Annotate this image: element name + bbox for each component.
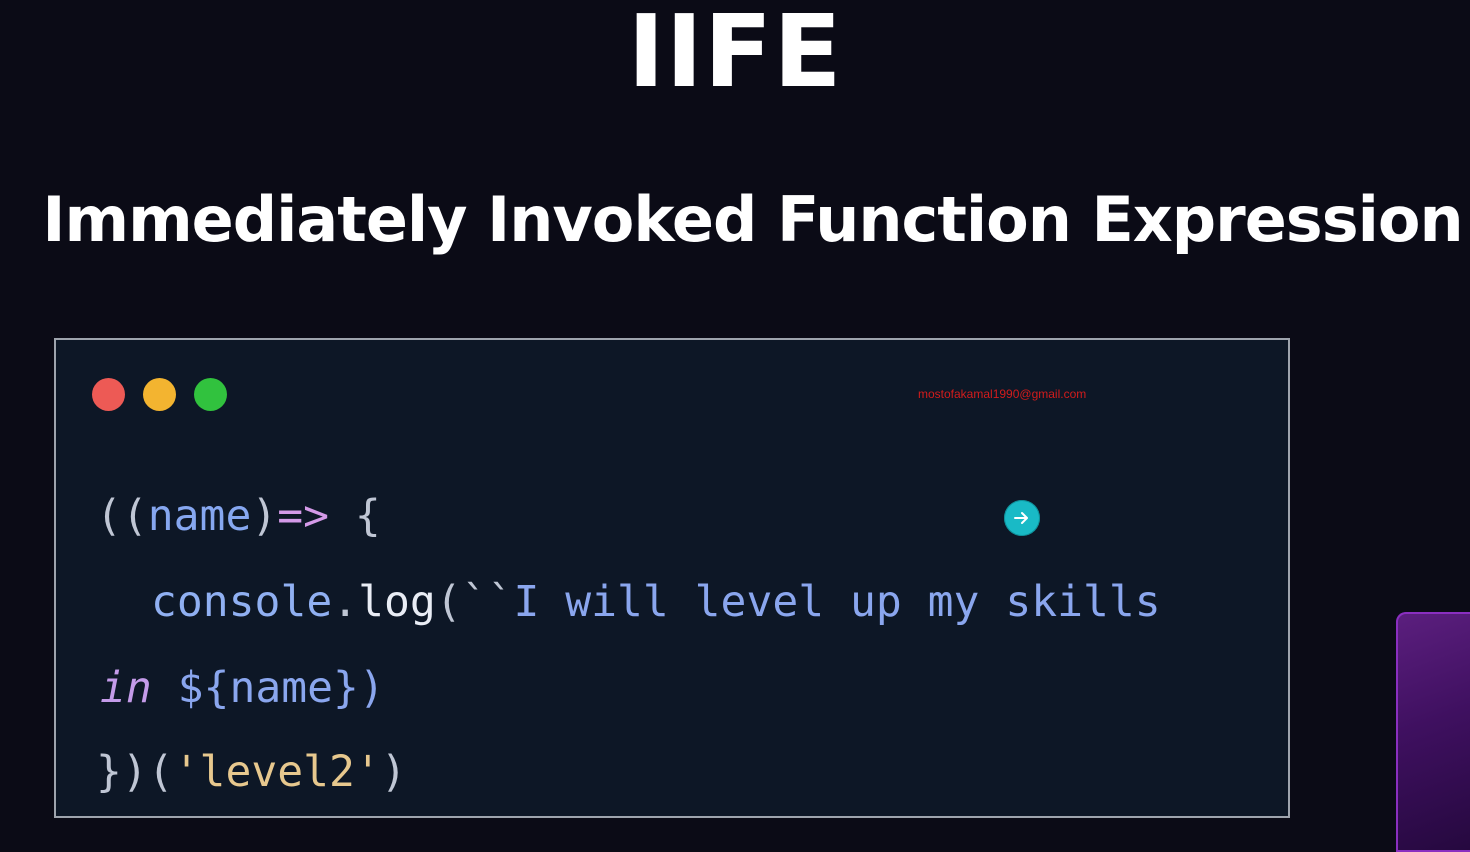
code-token: ): [380, 747, 407, 797]
code-token-string: 'level2': [173, 747, 381, 797]
code-token-variable: name: [229, 663, 334, 713]
code-token: (: [435, 577, 462, 627]
code-line-2: console.log(``I will level up my skills: [151, 574, 1161, 630]
code-token: ): [251, 491, 278, 541]
code-token: })(: [96, 747, 174, 797]
code-line-4: })('level2'): [96, 744, 407, 800]
slide-subtitle: Immediately Invoked Function Expression: [42, 183, 1463, 256]
code-token-template-text: I will level up my skills: [513, 577, 1161, 627]
code-window: mostofakamal1990@gmail.com ((name)=> { c…: [54, 338, 1290, 818]
minimize-dot-icon[interactable]: [143, 378, 176, 411]
email-watermark: mostofakamal1990@gmail.com: [918, 387, 1087, 401]
arrow-right-icon: [1014, 512, 1028, 524]
slide-title: IIFE: [627, 0, 843, 110]
code-line-1: ((name)=> {: [96, 488, 381, 544]
side-panel-edge: [1396, 612, 1470, 852]
code-token: {: [329, 491, 381, 541]
maximize-dot-icon[interactable]: [194, 378, 227, 411]
code-token: ${: [151, 663, 230, 713]
code-token-method: log: [358, 577, 436, 627]
code-token: ``: [461, 577, 514, 627]
cursor-indicator[interactable]: [1004, 500, 1040, 536]
code-token-keyword: in: [100, 663, 152, 713]
code-token-param: name: [147, 491, 252, 541]
close-dot-icon[interactable]: [92, 378, 125, 411]
code-token-object: console: [151, 577, 333, 627]
code-token: }): [333, 663, 385, 713]
code-token: ((: [96, 491, 148, 541]
code-line-3: in ${name}): [100, 660, 385, 716]
code-token-arrow: =>: [277, 491, 330, 541]
code-token: .: [332, 577, 359, 627]
